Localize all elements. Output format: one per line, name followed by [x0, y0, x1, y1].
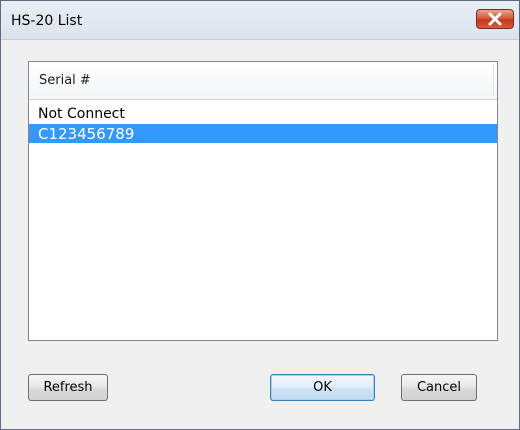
column-header-serial[interactable]: Serial # [29, 62, 497, 100]
title-bar[interactable]: HS-20 List [1, 1, 519, 40]
list-item-label: Not Connect [38, 106, 125, 122]
dialog-window: HS-20 List Serial # Not Connect C1234567… [0, 0, 520, 430]
cancel-button-label: Cancel [416, 380, 462, 395]
list-item-serial-selected[interactable]: C123456789 [29, 124, 497, 143]
refresh-button-label: Refresh [43, 380, 93, 395]
refresh-button[interactable]: Refresh [28, 374, 108, 401]
dialog-body: Serial # Not Connect C123456789 Refresh … [1, 40, 519, 429]
ok-button-label: OK [313, 380, 332, 395]
cancel-button[interactable]: Cancel [401, 374, 477, 401]
ok-button[interactable]: OK [270, 374, 375, 401]
column-divider [493, 64, 494, 96]
close-icon [488, 12, 502, 26]
column-header-label: Serial # [39, 73, 91, 88]
serial-list-view[interactable]: Serial # Not Connect C123456789 [28, 61, 498, 341]
list-item-label: C123456789 [38, 125, 135, 143]
window-title: HS-20 List [11, 13, 83, 29]
close-button[interactable] [476, 9, 514, 29]
list-item-not-connect[interactable]: Not Connect [29, 105, 497, 124]
